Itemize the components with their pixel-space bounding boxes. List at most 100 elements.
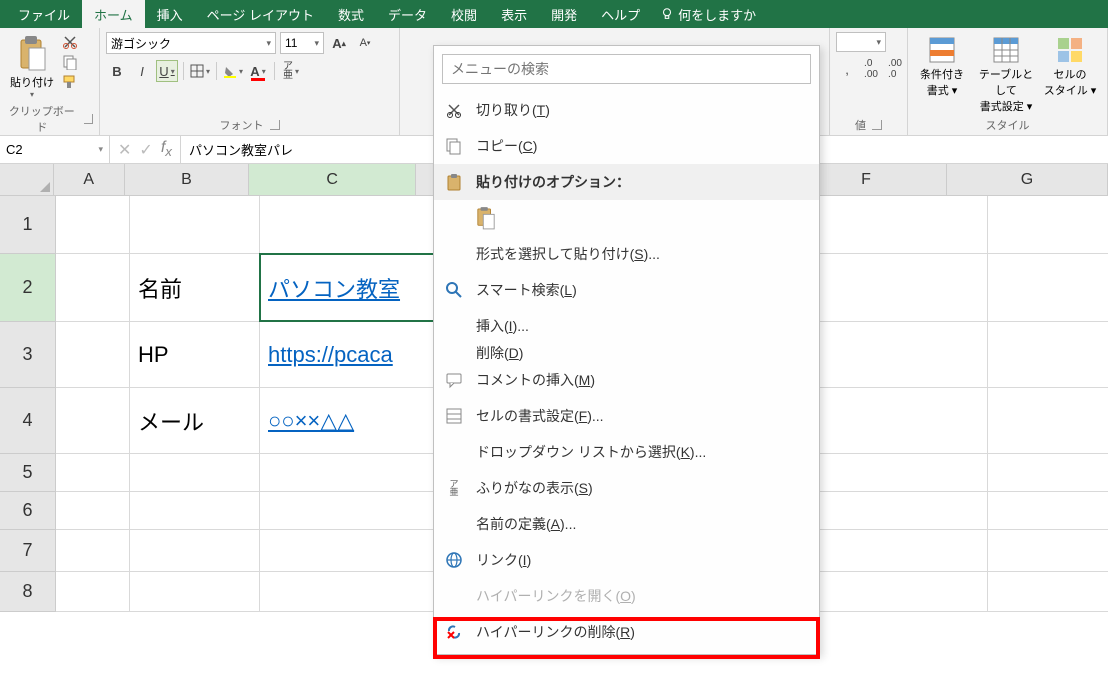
paste-button[interactable]: 貼り付け ▾ bbox=[6, 32, 58, 101]
comma-style-button[interactable]: , bbox=[836, 58, 858, 80]
cell-F8[interactable] bbox=[820, 572, 988, 611]
name-box[interactable]: C2▾ bbox=[0, 136, 110, 163]
cell-F5[interactable] bbox=[820, 454, 988, 491]
cell-F3[interactable] bbox=[820, 322, 988, 387]
tab-page-layout[interactable]: ページ レイアウト bbox=[195, 0, 326, 28]
cell-B4[interactable]: メール bbox=[130, 388, 260, 453]
row-header-1[interactable]: 1 bbox=[0, 196, 56, 254]
cell-G8[interactable] bbox=[988, 572, 1108, 611]
context-menu-search[interactable] bbox=[442, 54, 811, 84]
cell-F1[interactable] bbox=[820, 196, 988, 253]
decrease-font-icon[interactable]: A▾ bbox=[354, 32, 376, 54]
cell-B5[interactable] bbox=[130, 454, 260, 491]
col-header-B[interactable]: B bbox=[125, 164, 250, 195]
cell-A4[interactable] bbox=[56, 388, 130, 453]
enter-formula-icon[interactable]: ✓ bbox=[139, 140, 152, 160]
cell-A2[interactable] bbox=[56, 254, 130, 321]
context-menu-search-input[interactable] bbox=[442, 54, 811, 84]
row-header-4[interactable]: 4 bbox=[0, 388, 56, 454]
row-header-6[interactable]: 6 bbox=[0, 492, 56, 530]
cell-B1[interactable] bbox=[130, 196, 260, 253]
row-header-5[interactable]: 5 bbox=[0, 454, 56, 492]
ctx-delete[interactable]: 削除(D) bbox=[434, 344, 819, 362]
cell-G6[interactable] bbox=[988, 492, 1108, 529]
cell-C7[interactable] bbox=[260, 530, 434, 571]
cut-icon[interactable] bbox=[62, 34, 78, 50]
tab-help[interactable]: ヘルプ bbox=[589, 0, 652, 28]
ctx-show-phonetic[interactable]: ア亜 ふりがなの表示(S) bbox=[434, 470, 819, 506]
cell-F7[interactable] bbox=[820, 530, 988, 571]
ctx-define-name[interactable]: 名前の定義(A)... bbox=[434, 506, 819, 542]
cell-B8[interactable] bbox=[130, 572, 260, 611]
tab-developer[interactable]: 開発 bbox=[539, 0, 589, 28]
cell-C6[interactable] bbox=[260, 492, 434, 529]
cell-B3[interactable]: HP bbox=[130, 322, 260, 387]
format-painter-icon[interactable] bbox=[62, 74, 78, 90]
cell-G7[interactable] bbox=[988, 530, 1108, 571]
cell-F6[interactable] bbox=[820, 492, 988, 529]
ctx-smart-lookup[interactable]: スマート検索(L) bbox=[434, 272, 819, 308]
increase-decimal-button[interactable]: .0.00 bbox=[860, 58, 882, 80]
cell-G3[interactable] bbox=[988, 322, 1108, 387]
ctx-paste-option-default[interactable] bbox=[434, 200, 819, 236]
tab-formulas[interactable]: 数式 bbox=[326, 0, 376, 28]
tab-review[interactable]: 校閲 bbox=[439, 0, 489, 28]
font-size-combo[interactable]: 11▾ bbox=[280, 32, 324, 54]
cell-C8[interactable] bbox=[260, 572, 434, 611]
copy-icon[interactable] bbox=[62, 54, 78, 70]
ctx-format-cells[interactable]: セルの書式設定(F)... bbox=[434, 398, 819, 434]
row-header-3[interactable]: 3 bbox=[0, 322, 56, 388]
font-dialog-launcher[interactable] bbox=[270, 120, 280, 130]
ctx-insert[interactable]: 挿入(I)... bbox=[434, 308, 819, 344]
ctx-remove-hyperlink[interactable]: ハイパーリンクの削除(R) bbox=[434, 614, 819, 650]
ctx-link[interactable]: リンク(I) bbox=[434, 542, 819, 578]
fill-color-button[interactable] bbox=[222, 60, 244, 82]
format-as-table-button[interactable]: テーブルとして 書式設定 ▾ bbox=[978, 36, 1034, 114]
cell-C2[interactable]: パソコン教室 bbox=[260, 254, 434, 321]
cell-styles-button[interactable]: セルの スタイル ▾ bbox=[1042, 36, 1098, 98]
tab-home[interactable]: ホーム bbox=[82, 0, 145, 28]
col-header-C[interactable]: C bbox=[249, 164, 416, 195]
underline-button[interactable]: U bbox=[156, 60, 178, 82]
cell-A1[interactable] bbox=[56, 196, 130, 253]
cell-F4[interactable] bbox=[820, 388, 988, 453]
cell-G2[interactable] bbox=[988, 254, 1108, 321]
tell-me-search[interactable]: 何をしますか bbox=[652, 0, 764, 28]
cell-A8[interactable] bbox=[56, 572, 130, 611]
cell-C4[interactable]: ○○××△△ bbox=[260, 388, 434, 453]
cell-B2[interactable]: 名前 bbox=[130, 254, 260, 321]
cell-C3[interactable]: https://pcaca bbox=[260, 322, 434, 387]
ctx-insert-comment[interactable]: コメントの挿入(M) bbox=[434, 362, 819, 398]
cell-G1[interactable] bbox=[988, 196, 1108, 253]
cell-A5[interactable] bbox=[56, 454, 130, 491]
bold-button[interactable]: B bbox=[106, 60, 128, 82]
cell-A3[interactable] bbox=[56, 322, 130, 387]
cell-C1[interactable] bbox=[260, 196, 434, 253]
row-header-8[interactable]: 8 bbox=[0, 572, 56, 612]
italic-button[interactable]: I bbox=[131, 60, 153, 82]
font-color-button[interactable]: A bbox=[247, 60, 269, 82]
ctx-paste-special[interactable]: 形式を選択して貼り付け(S)... bbox=[434, 236, 819, 272]
borders-button[interactable] bbox=[189, 60, 211, 82]
tab-view[interactable]: 表示 bbox=[489, 0, 539, 28]
increase-font-icon[interactable]: A▴ bbox=[328, 32, 350, 54]
cell-C5[interactable] bbox=[260, 454, 434, 491]
tab-data[interactable]: データ bbox=[376, 0, 439, 28]
ctx-copy[interactable]: コピー(C) bbox=[434, 128, 819, 164]
cancel-formula-icon[interactable]: ✕ bbox=[118, 140, 131, 160]
cell-B6[interactable] bbox=[130, 492, 260, 529]
tab-file[interactable]: ファイル bbox=[6, 0, 82, 28]
cell-A6[interactable] bbox=[56, 492, 130, 529]
ctx-cut[interactable]: 切り取り(T) bbox=[434, 92, 819, 128]
select-all-corner[interactable] bbox=[0, 164, 54, 195]
col-header-G[interactable]: G bbox=[947, 164, 1108, 195]
tab-insert[interactable]: 挿入 bbox=[145, 0, 195, 28]
col-header-A[interactable]: A bbox=[54, 164, 125, 195]
cell-A7[interactable] bbox=[56, 530, 130, 571]
cell-G4[interactable] bbox=[988, 388, 1108, 453]
phonetic-button[interactable]: ア亜 bbox=[280, 60, 302, 82]
decrease-decimal-button[interactable]: .00.0 bbox=[884, 58, 906, 80]
row-header-2[interactable]: 2 bbox=[0, 254, 56, 322]
ctx-dropdown-pick[interactable]: ドロップダウン リストから選択(K)... bbox=[434, 434, 819, 470]
number-dialog-launcher[interactable] bbox=[872, 120, 882, 130]
